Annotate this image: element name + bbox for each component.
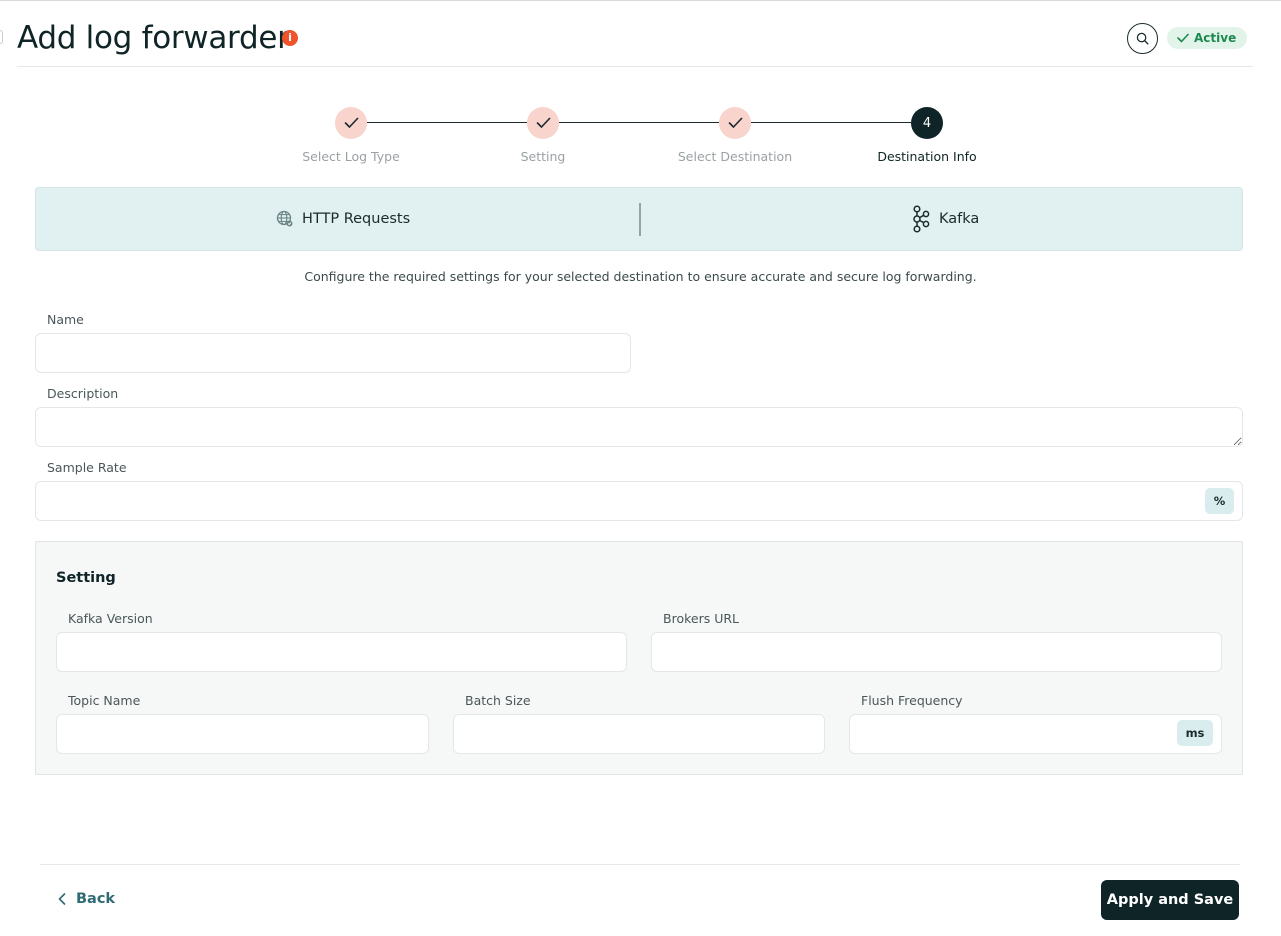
check-icon bbox=[728, 117, 742, 128]
percent-suffix: % bbox=[1205, 488, 1234, 514]
topic-name-label: Topic Name bbox=[68, 693, 141, 708]
step-3-label: Select Destination bbox=[677, 149, 793, 164]
destination-summary: HTTP Requests Kafka bbox=[35, 187, 1243, 251]
step-4-indicator[interactable]: 4 bbox=[911, 107, 943, 139]
step-2-indicator[interactable] bbox=[527, 107, 559, 139]
name-input[interactable] bbox=[35, 333, 631, 373]
kafka-version-label: Kafka Version bbox=[68, 611, 153, 626]
divider bbox=[639, 203, 641, 236]
description-label: Description bbox=[47, 386, 119, 401]
footer-divider bbox=[40, 864, 1240, 865]
helper-text: Configure the required settings for your… bbox=[304, 269, 977, 284]
flush-frequency-input[interactable] bbox=[849, 714, 1222, 754]
kafka-icon bbox=[913, 205, 930, 233]
step-3-indicator[interactable] bbox=[719, 107, 751, 139]
step-connector bbox=[751, 122, 911, 123]
search-button[interactable] bbox=[1127, 23, 1158, 54]
page-title: Add log forwarder bbox=[17, 20, 290, 56]
step-connector bbox=[367, 122, 527, 123]
step-connector bbox=[559, 122, 719, 123]
setting-title: Setting bbox=[56, 570, 116, 586]
sample-rate-input[interactable] bbox=[35, 481, 1243, 521]
page-header: Add log forwarder i Active bbox=[17, 14, 1253, 67]
target-kafka: Kafka bbox=[909, 188, 979, 250]
back-label: Back bbox=[76, 891, 116, 907]
check-icon bbox=[344, 117, 358, 128]
sidebar-handle[interactable] bbox=[0, 30, 3, 44]
batch-size-input[interactable] bbox=[453, 714, 825, 754]
check-icon bbox=[1177, 33, 1189, 43]
status-label: Active bbox=[1194, 31, 1237, 45]
info-icon[interactable]: i bbox=[282, 30, 298, 46]
check-icon bbox=[536, 117, 550, 128]
status-badge: Active bbox=[1167, 27, 1248, 49]
globe-network-icon bbox=[276, 210, 293, 227]
source-label: HTTP Requests bbox=[302, 211, 411, 227]
top-border bbox=[0, 0, 1281, 1]
brokers-url-input[interactable] bbox=[651, 632, 1222, 672]
name-label: Name bbox=[47, 312, 84, 327]
ms-suffix: ms bbox=[1177, 720, 1213, 746]
target-label: Kafka bbox=[939, 211, 980, 227]
source-http-requests: HTTP Requests bbox=[276, 188, 410, 250]
batch-size-label: Batch Size bbox=[465, 693, 531, 708]
apply-and-save-button[interactable]: Apply and Save bbox=[1101, 880, 1239, 920]
step-4-label: Destination Info bbox=[877, 149, 977, 164]
topic-name-input[interactable] bbox=[56, 714, 429, 754]
sample-rate-label: Sample Rate bbox=[47, 460, 127, 475]
kafka-version-input[interactable] bbox=[56, 632, 627, 672]
step-2-label: Setting bbox=[520, 149, 566, 164]
description-input[interactable] bbox=[35, 407, 1243, 447]
chevron-left-icon bbox=[58, 893, 66, 905]
step-1-indicator[interactable] bbox=[335, 107, 367, 139]
search-icon bbox=[1136, 32, 1149, 45]
flush-frequency-label: Flush Frequency bbox=[861, 693, 963, 708]
brokers-url-label: Brokers URL bbox=[663, 611, 739, 626]
progress-stepper: 4 Select Log Type Setting Select Destina… bbox=[0, 106, 1281, 166]
back-button[interactable]: Back bbox=[58, 886, 115, 912]
step-1-label: Select Log Type bbox=[302, 149, 400, 164]
